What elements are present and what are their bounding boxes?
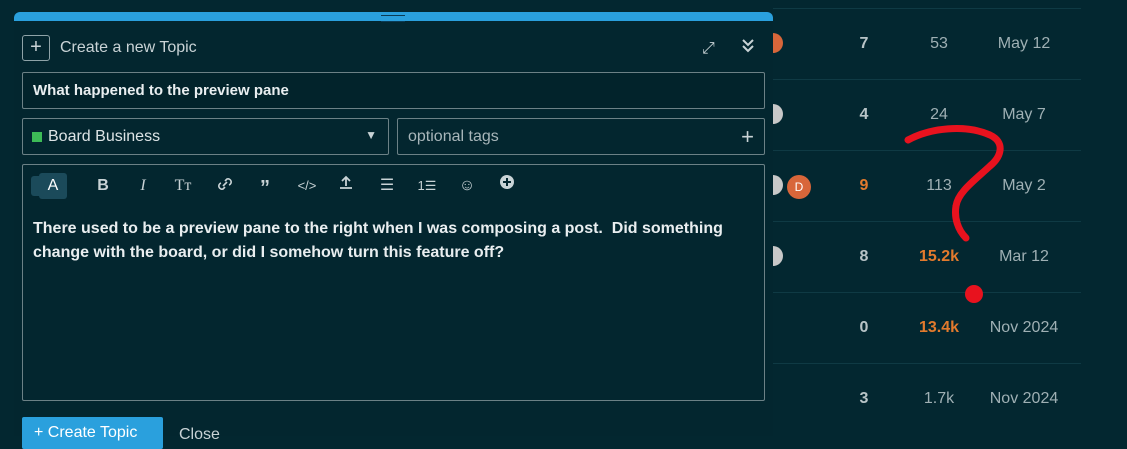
views-count: 113 (926, 177, 952, 194)
replies-count: 0 (859, 319, 869, 336)
activity-date[interactable]: Mar 12 (979, 248, 1069, 266)
caret-down-icon: ▼ (365, 128, 377, 142)
composer: + Create a new Topic ⤢ Board Business ▼ … (14, 12, 773, 449)
page-margin (1081, 0, 1127, 436)
emoji-icon[interactable]: ☺ (453, 173, 481, 199)
tags-field[interactable]: + (397, 118, 765, 155)
activity-date[interactable]: May 12 (979, 35, 1069, 53)
avatar[interactable]: D (787, 175, 811, 199)
replies-count: 4 (859, 106, 869, 123)
replies-count: 7 (859, 35, 869, 52)
toolbar-separator (31, 176, 39, 196)
topic-list: 7 53 May 12 4 24 May 7 D 9 113 May 2 8 1… (763, 0, 1081, 436)
category-select[interactable]: Board Business ▼ (22, 118, 389, 155)
category-color-swatch (32, 132, 42, 142)
post-editor[interactable]: A B I Tт ” </> ☰ 1☰ ☺ There used to be a… (22, 164, 765, 401)
topic-row[interactable]: 3 1.7k Nov 2024 (773, 363, 1081, 435)
close-button[interactable]: Close (179, 426, 220, 444)
link-icon[interactable] (211, 173, 239, 199)
topic-row[interactable]: 4 24 May 7 (763, 79, 1081, 151)
italic-icon[interactable]: I (129, 173, 157, 199)
category-label: Board Business (48, 128, 161, 145)
add-icon[interactable] (493, 173, 521, 199)
views-count: 53 (930, 35, 948, 52)
views-count: 13.4k (918, 319, 960, 336)
heading-icon[interactable]: Tт (169, 173, 197, 199)
fullscreen-icon[interactable]: ⤢ (702, 40, 715, 58)
format-icon[interactable]: A (39, 173, 67, 199)
code-icon[interactable]: </> (293, 173, 321, 199)
replies-count: 9 (859, 177, 869, 194)
topic-title-input[interactable] (22, 72, 765, 109)
views-count: 15.2k (918, 248, 960, 265)
add-tag-icon[interactable]: + (741, 124, 754, 150)
topic-row[interactable]: 8 15.2k Mar 12 (763, 221, 1081, 293)
activity-date[interactable]: May 2 (979, 177, 1069, 195)
activity-date[interactable]: Nov 2024 (979, 390, 1069, 408)
replies-count: 8 (859, 248, 869, 265)
topic-row[interactable]: 0 13.4k Nov 2024 (773, 292, 1081, 364)
plus-icon: + (22, 35, 50, 61)
create-topic-button[interactable]: + Create Topic (22, 417, 163, 449)
upload-icon[interactable] (332, 173, 360, 199)
activity-date[interactable]: Nov 2024 (979, 319, 1069, 337)
collapse-icon[interactable] (741, 37, 755, 58)
activity-date[interactable]: May 7 (979, 106, 1069, 124)
composer-action-title: Create a new Topic (60, 39, 197, 56)
views-count: 1.7k (923, 390, 955, 407)
resize-grip[interactable] (381, 15, 405, 22)
bullet-list-icon[interactable]: ☰ (373, 173, 401, 199)
replies-count: 3 (859, 390, 869, 407)
topic-row[interactable]: D 9 113 May 2 (763, 150, 1081, 222)
topic-row[interactable]: 7 53 May 12 (763, 8, 1081, 80)
post-body-text[interactable]: There used to be a preview pane to the r… (33, 217, 753, 265)
tags-input[interactable] (406, 127, 730, 147)
quote-icon[interactable]: ” (251, 173, 279, 199)
views-count: 24 (930, 106, 948, 123)
numbered-list-icon[interactable]: 1☰ (413, 173, 441, 199)
bold-icon[interactable]: B (89, 173, 117, 199)
